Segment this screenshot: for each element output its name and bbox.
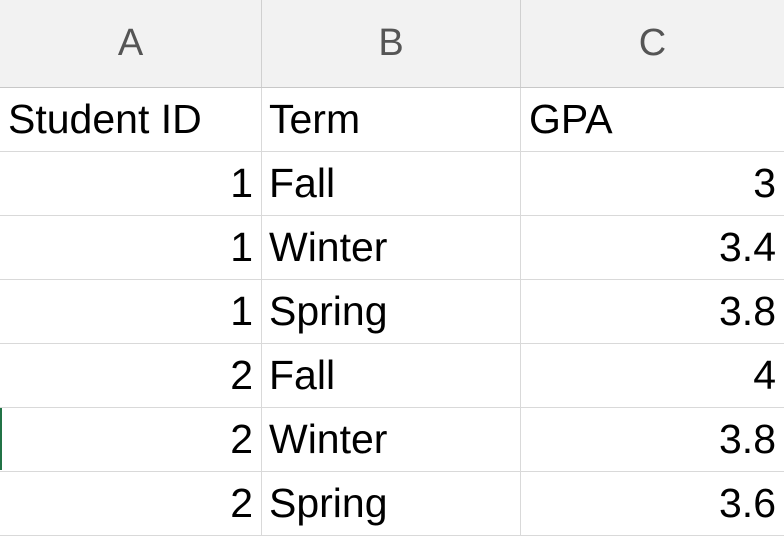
column-header-row: A B C [0, 0, 784, 88]
cell-c6[interactable]: 3.8 [521, 408, 784, 471]
cell-a1[interactable]: Student ID [0, 88, 262, 151]
column-header-b[interactable]: B [262, 0, 521, 87]
cell-c2[interactable]: 3 [521, 152, 784, 215]
table-row: 2 Fall 4 [0, 344, 784, 408]
column-header-c[interactable]: C [521, 0, 784, 87]
spreadsheet-grid: A B C Student ID Term GPA 1 Fall 3 1 Win… [0, 0, 784, 538]
table-row: 1 Fall 3 [0, 152, 784, 216]
cell-b5[interactable]: Fall [262, 344, 521, 407]
cell-a2[interactable]: 1 [0, 152, 262, 215]
cell-b4[interactable]: Spring [262, 280, 521, 343]
table-row: 1 Spring 3.8 [0, 280, 784, 344]
cell-b2[interactable]: Fall [262, 152, 521, 215]
cell-a3[interactable]: 1 [0, 216, 262, 279]
cell-a5[interactable]: 2 [0, 344, 262, 407]
cell-a7[interactable]: 2 [0, 472, 262, 535]
cell-c5[interactable]: 4 [521, 344, 784, 407]
cell-b3[interactable]: Winter [262, 216, 521, 279]
cell-b6[interactable]: Winter [262, 408, 521, 471]
cell-b7[interactable]: Spring [262, 472, 521, 535]
cell-c3[interactable]: 3.4 [521, 216, 784, 279]
table-row: 2 Winter 3.8 [0, 408, 784, 472]
table-row: 2 Spring 3.6 [0, 472, 784, 536]
cell-c7[interactable]: 3.6 [521, 472, 784, 535]
table-row: 1 Winter 3.4 [0, 216, 784, 280]
cell-c1[interactable]: GPA [521, 88, 784, 151]
cell-a6[interactable]: 2 [0, 408, 262, 471]
cell-b1[interactable]: Term [262, 88, 521, 151]
table-header-row: Student ID Term GPA [0, 88, 784, 152]
column-header-a[interactable]: A [0, 0, 262, 87]
cell-a4[interactable]: 1 [0, 280, 262, 343]
cell-c4[interactable]: 3.8 [521, 280, 784, 343]
selection-edge-marker [0, 408, 2, 470]
